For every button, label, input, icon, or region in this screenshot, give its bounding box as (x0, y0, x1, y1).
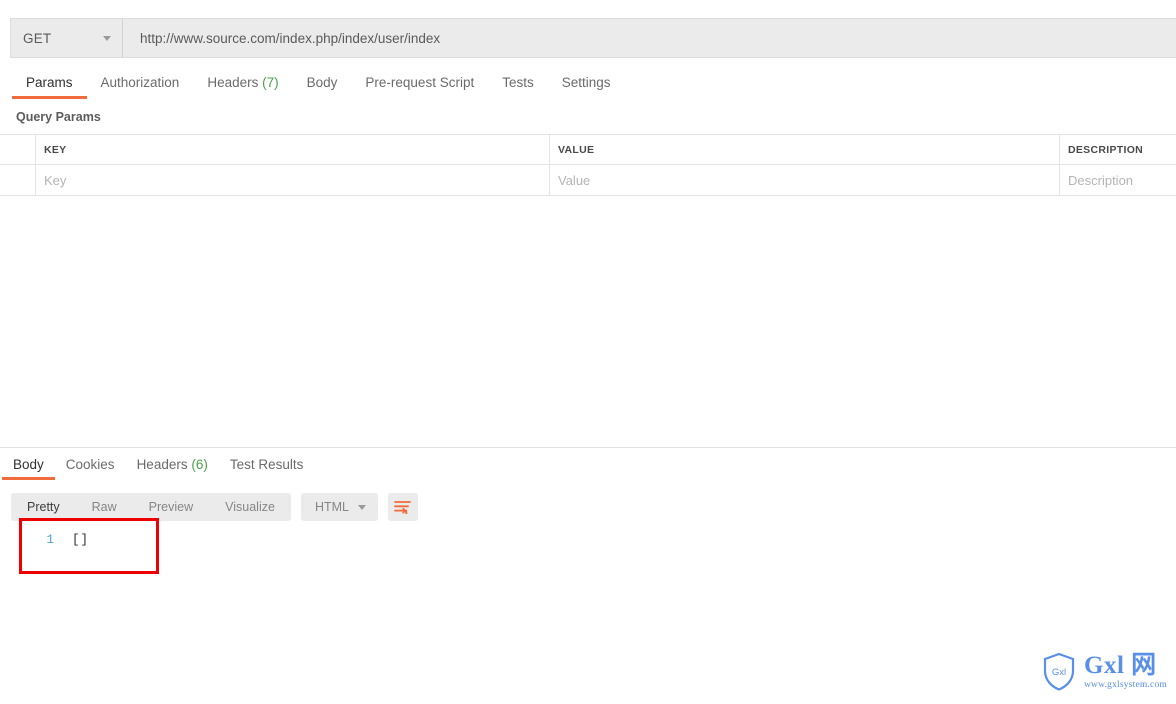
view-mode-preview[interactable]: Preview (133, 493, 209, 521)
response-tab-cookies[interactable]: Cookies (55, 452, 126, 480)
postman-window: GET http://www.source.com/index.php/inde… (0, 0, 1176, 704)
watermark-text: Gxl 网 www.gxlsystem.com (1084, 653, 1167, 691)
response-tab-headers[interactable]: Headers (6) (126, 452, 219, 480)
tab-settings[interactable]: Settings (548, 70, 625, 99)
request-url-input[interactable]: http://www.source.com/index.php/index/us… (123, 18, 1176, 58)
http-method-select[interactable]: GET (10, 18, 123, 58)
code-line-1: 1 [] (22, 533, 89, 547)
tab-pre-request-script-label: Pre-request Script (365, 75, 475, 90)
chevron-down-icon (103, 35, 111, 41)
chevron-down-icon (357, 504, 366, 510)
tab-settings-label: Settings (561, 75, 611, 90)
request-tabs: Params Authorization Headers (7) Body Pr… (0, 70, 1176, 100)
pane-divider[interactable] (0, 447, 1176, 448)
view-mode-visualize[interactable]: Visualize (209, 493, 291, 521)
response-tab-headers-label: Headers (136, 457, 188, 472)
response-tab-test-results[interactable]: Test Results (219, 452, 315, 480)
row-checkbox-cell[interactable] (0, 165, 36, 195)
tab-body-label: Body (306, 75, 338, 90)
line-number: 1 (46, 533, 54, 547)
response-body-content[interactable]: [] (72, 533, 89, 547)
param-value-input[interactable]: Value (550, 165, 1060, 195)
param-description-input[interactable]: Description (1060, 165, 1176, 195)
response-tab-body-label: Body (13, 457, 44, 472)
query-params-table: KEY VALUE DESCRIPTION Key Value Descript… (0, 134, 1176, 196)
request-url-bar: GET http://www.source.com/index.php/inde… (10, 18, 1176, 58)
header-checkbox-cell (0, 135, 36, 164)
column-header-value: VALUE (550, 135, 1060, 164)
watermark-brand: Gxl 网 (1084, 652, 1157, 680)
tab-tests-label: Tests (502, 75, 534, 90)
wrap-lines-icon (394, 501, 412, 514)
param-key-input[interactable]: Key (36, 165, 550, 195)
view-mode-raw[interactable]: Raw (76, 493, 133, 521)
view-mode-pretty[interactable]: Pretty (11, 493, 76, 521)
tab-headers-label: Headers (207, 75, 259, 90)
response-view-segments: Pretty Raw Preview Visualize (11, 493, 291, 521)
response-tab-test-results-label: Test Results (229, 457, 304, 472)
tab-headers-count: (7) (262, 75, 279, 90)
response-format-label: HTML (314, 500, 349, 514)
response-body-highlight: 1 [] (19, 518, 159, 574)
column-header-key: KEY (36, 135, 550, 164)
svg-text:Gxl: Gxl (1052, 667, 1066, 678)
response-format-select[interactable]: HTML (300, 493, 378, 521)
response-tabs: Body Cookies Headers (6) Test Results (0, 452, 1176, 480)
tab-headers[interactable]: Headers (7) (193, 70, 292, 99)
column-header-description: DESCRIPTION (1068, 143, 1144, 156)
response-view-toolbar: Pretty Raw Preview Visualize HTML (11, 493, 418, 521)
tab-body[interactable]: Body (293, 70, 352, 99)
response-tab-headers-count: (6) (191, 457, 208, 472)
tab-params[interactable]: Params (12, 70, 87, 99)
http-method-label: GET (23, 30, 52, 46)
watermark: Gxl Gxl 网 www.gxlsystem.com (1042, 652, 1167, 692)
tab-authorization-label: Authorization (100, 75, 180, 90)
query-params-title: Query Params (16, 110, 101, 124)
table-header-row: KEY VALUE DESCRIPTION (0, 135, 1176, 165)
wrap-lines-button[interactable] (387, 493, 418, 521)
watermark-url: www.gxlsystem.com (1084, 680, 1167, 691)
tab-tests[interactable]: Tests (488, 70, 548, 99)
shield-icon: Gxl (1043, 652, 1075, 691)
table-row: Key Value Description (0, 165, 1176, 196)
tab-params-label: Params (26, 75, 73, 90)
response-tab-body[interactable]: Body (2, 452, 55, 480)
tab-authorization[interactable]: Authorization (87, 70, 194, 99)
response-tab-cookies-label: Cookies (65, 457, 115, 472)
tab-pre-request-script[interactable]: Pre-request Script (351, 70, 488, 99)
